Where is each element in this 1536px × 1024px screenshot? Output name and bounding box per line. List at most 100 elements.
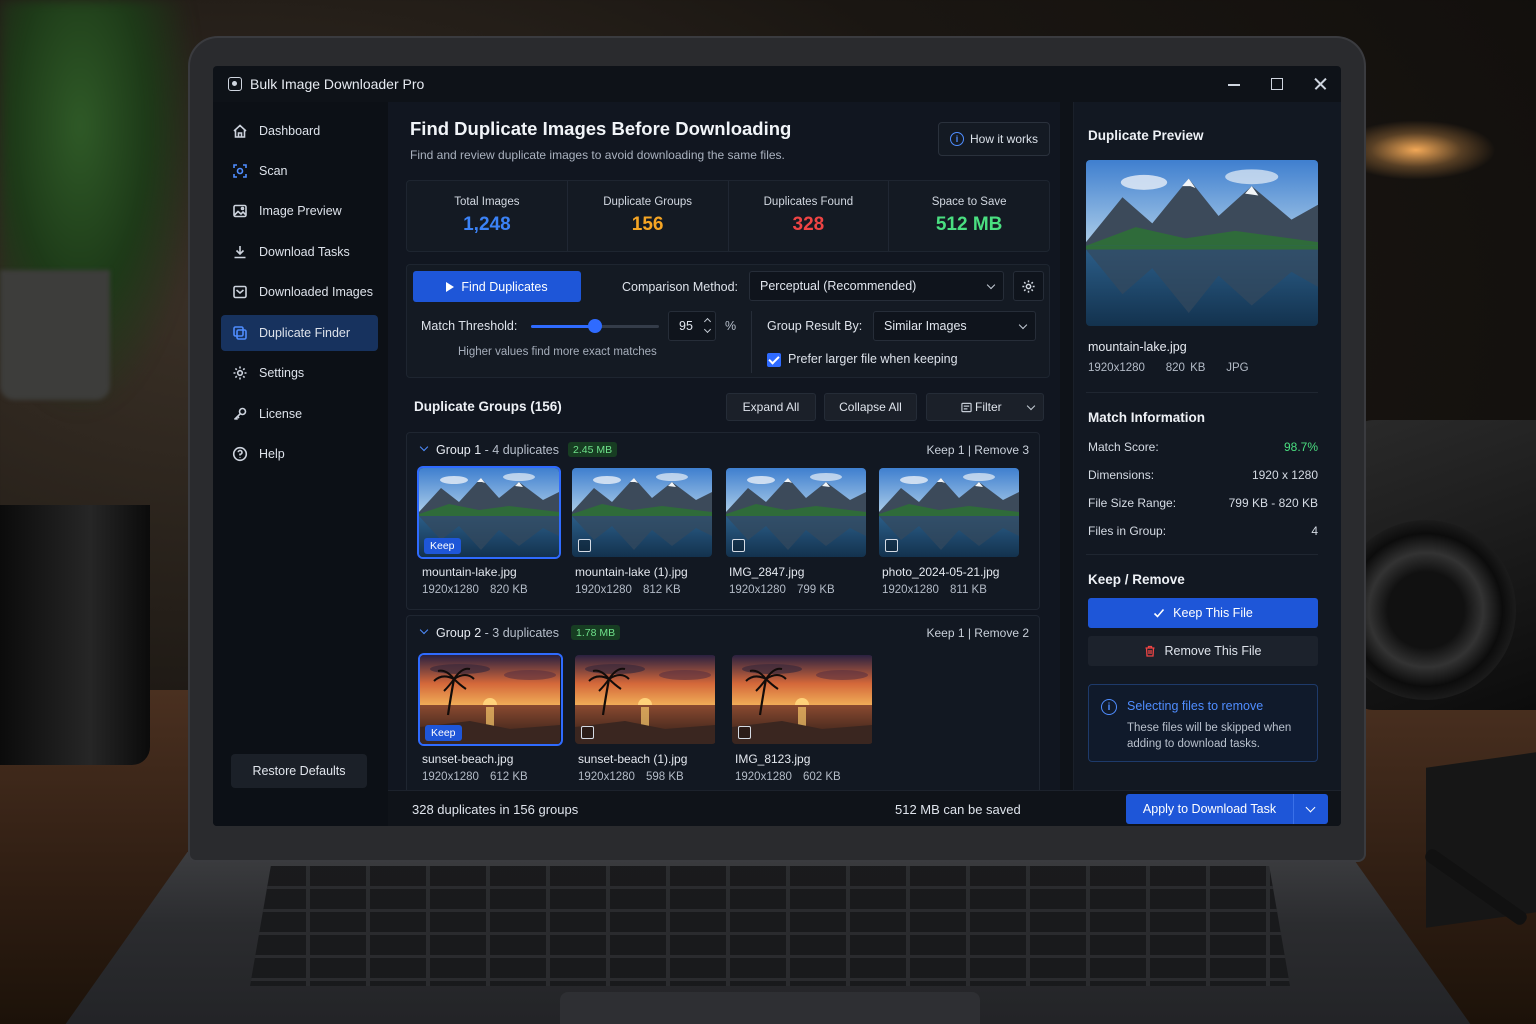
stat-value: 156	[631, 214, 664, 235]
group-header[interactable]: Group 2 - 3 duplicates 1.78 MB Keep 1 | …	[407, 616, 1039, 650]
match-info-title: Match Information	[1088, 410, 1205, 425]
how-it-works-label: How it works	[969, 132, 1038, 146]
divider	[1086, 392, 1318, 393]
stats-bar: Total Images 1,248 Duplicate Groups 156 …	[406, 180, 1050, 252]
chevron-down-icon[interactable]	[1294, 794, 1328, 824]
stepper-arrows-icon[interactable]	[703, 317, 712, 334]
thumbnail-size: 602 KB	[803, 771, 841, 783]
thumbnail-dims: 1920x1280	[735, 771, 792, 783]
remove-checkbox[interactable]	[581, 726, 594, 739]
stat-label: Total Images	[454, 196, 520, 208]
chevron-down-icon	[1018, 320, 1028, 330]
prefer-larger-checkbox[interactable]	[767, 353, 781, 367]
collapse-all-button[interactable]: Collapse All	[824, 393, 917, 421]
groups-title: Duplicate Groups (156)	[414, 399, 562, 414]
threshold-stepper[interactable]: 95	[668, 311, 716, 341]
sidebar-item-scan[interactable]: Scan	[221, 153, 378, 189]
thumbnail-size: 820 KB	[490, 584, 528, 596]
sidebar-item-license[interactable]: License	[221, 396, 378, 432]
home-icon	[232, 123, 248, 139]
maximize-icon[interactable]	[1271, 78, 1283, 90]
stat-space-to-save: Space to Save 512 MB	[889, 181, 1049, 251]
sidebar-item-dashboard[interactable]: Dashboard	[221, 113, 378, 149]
sunset-beach-thumbnail	[575, 655, 715, 744]
match-score-row: Match Score: 98.7%	[1088, 440, 1318, 454]
keep-badge: Keep	[425, 725, 462, 741]
group-keep-remove: Keep 1 | Remove 2	[926, 626, 1029, 640]
restore-defaults-button[interactable]: Restore Defaults	[231, 754, 367, 788]
threshold-unit: %	[725, 319, 737, 333]
chevron-down-icon[interactable]	[419, 442, 429, 452]
group-by-value: Similar Images	[884, 319, 967, 333]
sidebar-item-image-preview[interactable]: Image Preview	[221, 193, 378, 229]
group-size-badge: 1.78 MB	[571, 625, 621, 640]
sidebar-item-label: Image Preview	[259, 204, 342, 218]
remove-checkbox[interactable]	[738, 726, 751, 739]
sidebar-item-label: Settings	[259, 366, 305, 380]
group-by-select[interactable]: Similar Images	[873, 311, 1036, 341]
close-icon[interactable]	[1313, 77, 1327, 91]
scan-icon	[232, 163, 248, 179]
thumbnail-image[interactable]	[726, 468, 866, 557]
preview-panel: Duplicate Preview mountain-lake.jpg 1920…	[1073, 102, 1341, 790]
find-duplicates-label: Find Duplicates	[461, 279, 548, 294]
help-icon	[232, 446, 248, 462]
filter-dropdown[interactable]: Filter	[926, 393, 1044, 421]
thumbnail-image[interactable]	[575, 655, 716, 744]
inbox-icon	[232, 284, 248, 300]
thumbnail-size: 598 KB	[646, 771, 684, 783]
group-header[interactable]: Group 1 - 4 duplicates 2.45 MB Keep 1 | …	[407, 433, 1039, 467]
remove-checkbox[interactable]	[885, 539, 898, 552]
thumbnail-image[interactable]: Keep	[419, 468, 559, 557]
keep-this-file-label: Keep This File	[1173, 606, 1253, 620]
check-icon	[1154, 608, 1165, 618]
thumbnail-dims: 1920x1280	[578, 771, 635, 783]
note-title: Selecting files to remove	[1127, 699, 1264, 713]
status-bar: 328 duplicates in 156 groups 512 MB can …	[388, 790, 1341, 826]
sidebar-item-help[interactable]: Help	[221, 436, 378, 472]
threshold-slider[interactable]	[531, 319, 659, 333]
stat-value: 512 MB	[935, 214, 1003, 235]
page-subtitle: Find and review duplicate images to avoi…	[410, 148, 785, 162]
stat-duplicates-found: Duplicates Found 328	[729, 181, 890, 251]
app-title: Bulk Image Downloader Pro	[250, 76, 425, 92]
minimize-icon[interactable]	[1227, 77, 1241, 91]
sidebar-item-duplicate-finder[interactable]: Duplicate Finder	[221, 315, 378, 351]
thumbnail-image[interactable]	[879, 468, 1019, 557]
find-duplicates-button[interactable]: Find Duplicates	[413, 271, 581, 302]
remove-this-file-label: Remove This File	[1164, 644, 1262, 658]
apply-to-download-task-button[interactable]: Apply to Download Task	[1126, 794, 1328, 824]
thumbnail-filename: mountain-lake.jpg	[422, 565, 517, 579]
mountain-lake-thumbnail	[726, 468, 866, 557]
threshold-slider-thumb[interactable]	[588, 319, 602, 333]
remove-this-file-button[interactable]: Remove This File	[1088, 636, 1318, 666]
sunset-beach-thumbnail	[732, 655, 872, 744]
gear-icon	[1022, 279, 1035, 293]
keep-this-file-button[interactable]: Keep This File	[1088, 598, 1318, 628]
title-bar: Bulk Image Downloader Pro	[213, 66, 1341, 102]
thumbnail-image[interactable]: Keep	[420, 655, 561, 744]
stat-value: 1,248	[463, 214, 511, 235]
image-icon	[232, 203, 248, 219]
sidebar-item-downloaded-images[interactable]: Downloaded Images	[221, 274, 378, 310]
threshold-slider-fill	[531, 325, 595, 328]
thumbnail-size: 812 KB	[643, 584, 681, 596]
remove-checkbox[interactable]	[732, 539, 745, 552]
sidebar-item-settings[interactable]: Settings	[221, 355, 378, 391]
files-in-group-row: Files in Group: 4	[1088, 524, 1318, 538]
thumbnail-filename: sunset-beach.jpg	[422, 752, 514, 766]
sidebar-item-label: Duplicate Finder	[259, 326, 351, 340]
group-by-label: Group Result By:	[767, 319, 863, 333]
duplicate-group-2: Group 2 - 3 duplicates 1.78 MB Keep 1 | …	[406, 615, 1040, 815]
sidebar-item-label: Scan	[259, 164, 288, 178]
thumbnail-image[interactable]	[572, 468, 712, 557]
remove-checkbox[interactable]	[578, 539, 591, 552]
sidebar-item-download-tasks[interactable]: Download Tasks	[221, 234, 378, 270]
expand-all-button[interactable]: Expand All	[726, 393, 816, 421]
thumbnail-image[interactable]	[732, 655, 873, 744]
filter-label: Filter	[975, 400, 1002, 414]
comparison-method-select[interactable]: Perceptual (Recommended)	[749, 271, 1004, 301]
comparison-settings-button[interactable]	[1013, 271, 1044, 301]
how-it-works-button[interactable]: i How it works	[938, 122, 1050, 156]
chevron-down-icon[interactable]	[419, 625, 429, 635]
